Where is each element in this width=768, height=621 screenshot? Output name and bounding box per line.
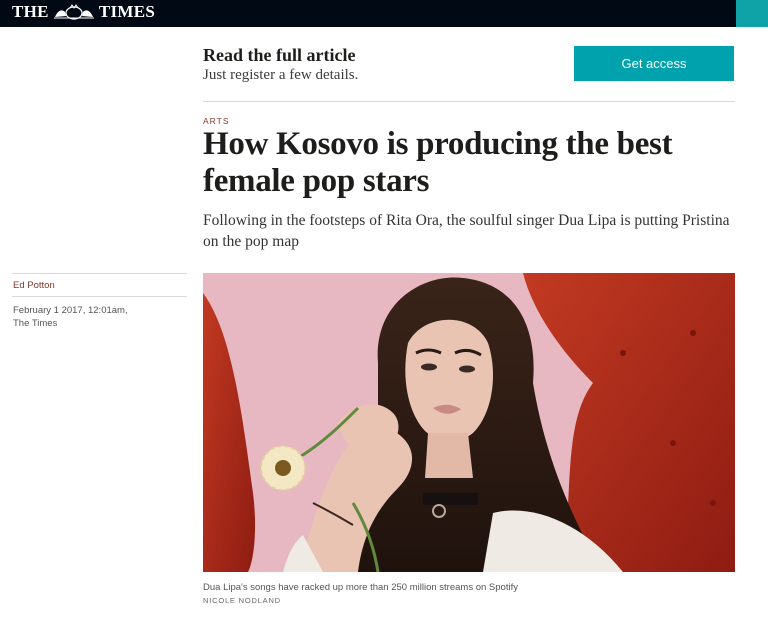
byline-divider	[12, 273, 187, 274]
register-subtitle: Just register a few details.	[203, 67, 359, 83]
section-label[interactable]: ARTS	[203, 116, 230, 126]
logo-text-the: THE	[12, 2, 49, 21]
logo-text-times: TIMES	[98, 2, 156, 21]
masthead-bar: THE TIMES	[0, 0, 768, 27]
article-standfirst: Following in the footsteps of Rita Ora, …	[203, 212, 730, 250]
register-title: Read the full article	[203, 45, 356, 65]
photo-credit: NICOLE NODLAND	[203, 596, 281, 605]
divider	[203, 101, 735, 102]
article-headline: How Kosovo is producing the best female …	[203, 126, 673, 199]
byline-divider	[12, 296, 187, 297]
photo-caption: Dua Lipa's songs have racked up more tha…	[203, 582, 518, 593]
royal-crest-icon	[52, 4, 96, 20]
author-name[interactable]: Ed Potton	[13, 280, 55, 291]
publication-name: The Times	[13, 318, 58, 329]
publication-date: February 1 2017, 12:01am, The Times	[13, 304, 128, 330]
get-access-button[interactable]: Get access	[574, 46, 734, 81]
register-prompt: Read the full article Just register a fe…	[203, 45, 735, 101]
times-logo[interactable]: THE TIMES	[12, 2, 155, 22]
article-photo	[203, 273, 735, 572]
menu-tab[interactable]	[736, 0, 768, 27]
date-line: February 1 2017, 12:01am,	[13, 305, 128, 316]
